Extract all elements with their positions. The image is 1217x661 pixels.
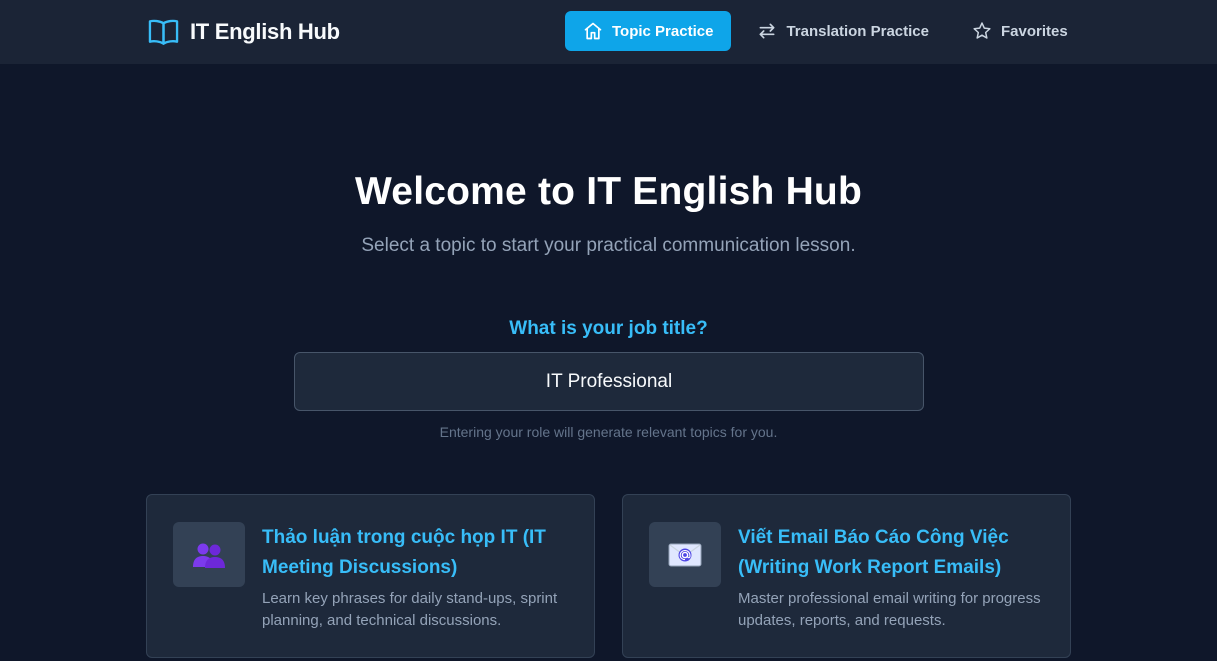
nav-label: Favorites <box>1001 22 1068 40</box>
topic-icon-box <box>649 522 721 587</box>
nav-label: Translation Practice <box>786 22 929 40</box>
main-nav: Topic Practice Translation Practice Favo… <box>565 11 1086 51</box>
nav-label: Topic Practice <box>612 22 714 40</box>
job-title-label: What is your job title? <box>509 318 708 339</box>
email-icon <box>668 543 702 566</box>
job-title-hint: Entering your role will generate relevan… <box>439 424 778 440</box>
brand-title: IT English Hub <box>190 19 340 44</box>
nav-topic-practice[interactable]: Topic Practice <box>565 11 732 51</box>
topic-title: Thảo luận trong cuộc họp IT (IT Meeting … <box>262 527 546 578</box>
swap-arrows-icon <box>759 23 775 39</box>
page-title: Welcome to IT English Hub <box>355 170 862 213</box>
topic-description: Learn key phrases for daily stand-ups, s… <box>262 590 558 629</box>
job-title-input[interactable] <box>294 352 924 411</box>
topic-card-email[interactable]: Viết Email Báo Cáo Công Việc (Writing Wo… <box>622 494 1071 658</box>
nav-translation-practice[interactable]: Translation Practice <box>739 11 947 51</box>
people-icon <box>193 543 225 568</box>
home-icon <box>584 22 602 40</box>
topic-card-meeting[interactable]: Thảo luận trong cuộc họp IT (IT Meeting … <box>146 494 595 658</box>
brand[interactable]: IT English Hub <box>148 15 340 49</box>
star-icon <box>973 22 991 39</box>
topic-icon-box <box>173 522 245 587</box>
topic-description: Master professional email writing for pr… <box>738 590 1041 629</box>
top-navbar: IT English Hub Topic Practice Translatio… <box>0 0 1217 64</box>
topic-title: Viết Email Báo Cáo Công Việc (Writing Wo… <box>738 527 1009 578</box>
page-subtitle: Select a topic to start your practical c… <box>361 235 856 256</box>
open-book-icon <box>148 19 179 45</box>
nav-favorites[interactable]: Favorites <box>954 11 1086 51</box>
